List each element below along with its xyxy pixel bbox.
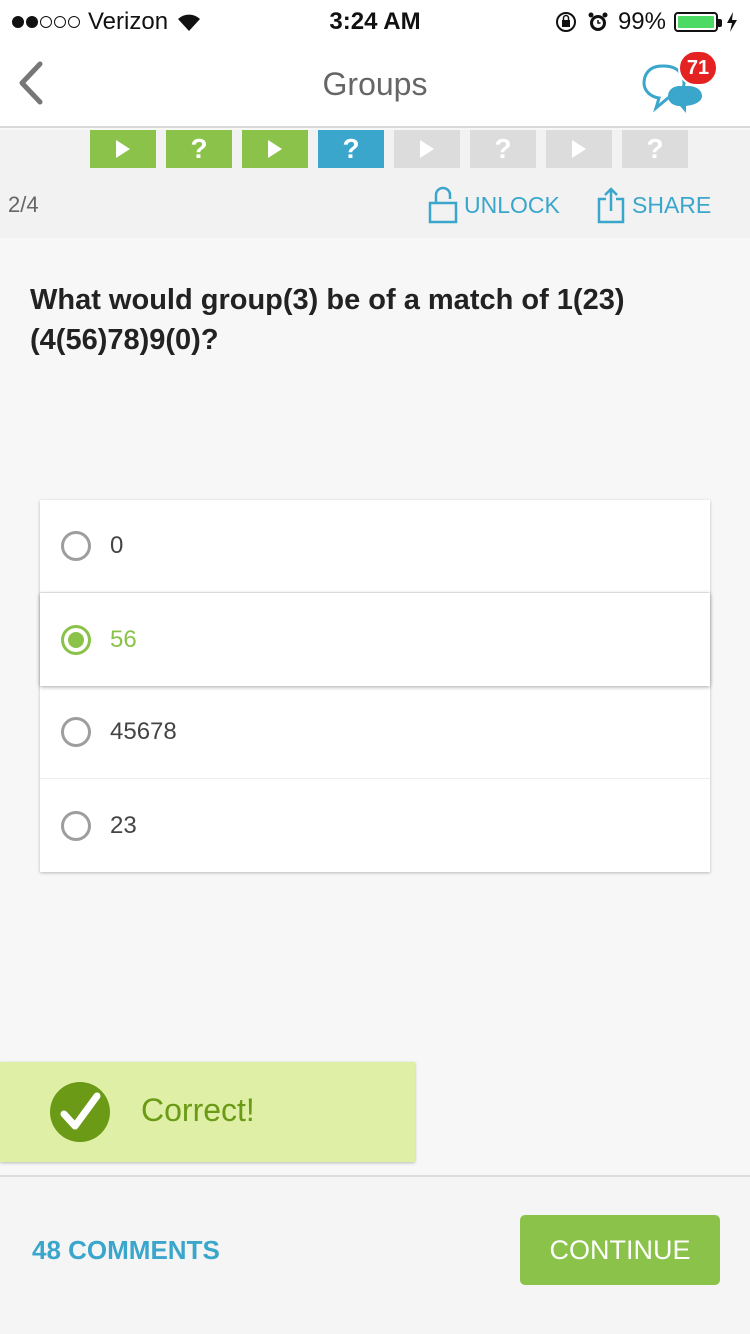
progress-step-quiz[interactable]: ? [470,130,536,168]
question-mark-icon: ? [646,133,664,164]
progress-step-quiz[interactable]: ? [622,130,688,168]
question-mark-icon: ? [494,133,512,164]
progress-step-play[interactable] [242,130,308,168]
check-icon [50,1082,110,1142]
answer-option-label: 0 [110,532,124,559]
signal-dot [54,16,66,28]
page-counter: 2/4 [8,192,39,217]
progress-steps: ???? [90,130,688,168]
play-icon [420,140,434,158]
unlock-icon [428,186,458,224]
progress-step-quiz[interactable]: ? [166,130,232,168]
status-right: 99% [554,8,738,36]
orientation-lock-icon [555,12,576,32]
answer-option-label: 23 [110,811,137,839]
nav-bar: Groups 71 [0,40,750,128]
question-mark-icon: ? [190,133,208,164]
unlock-button[interactable]: UNLOCK [428,186,560,224]
signal-dot [68,16,80,28]
answer-option[interactable]: 56 [40,593,710,686]
answer-option[interactable]: 0 [40,500,710,593]
battery-icon [674,12,722,32]
status-left: Verizon [12,8,202,36]
play-icon [268,140,282,158]
result-banner: Correct! [0,1062,415,1162]
answer-option-label: 56 [110,625,137,653]
comments-link[interactable]: 48 COMMENTS [32,1235,220,1266]
footer: 48 COMMENTS CONTINUE [0,1175,750,1334]
notification-badge: 71 [678,50,718,86]
share-label: SHARE [632,191,712,218]
carrier-label: Verizon [88,8,169,35]
radio-icon[interactable] [61,717,91,747]
play-icon [572,140,586,158]
answer-option-label: 45678 [110,718,177,745]
answer-option[interactable]: 23 [40,779,710,872]
alarm-icon [588,12,608,31]
share-icon [597,187,625,224]
battery-percent: 99% [617,8,666,35]
page-title: Groups [322,66,428,102]
discussion-button[interactable]: 71 [640,50,720,122]
question-mark-icon: ? [342,133,360,164]
answer-option[interactable]: 45678 [40,686,710,779]
continue-button[interactable]: CONTINUE [520,1215,720,1285]
signal-dot [12,16,24,28]
share-button[interactable]: SHARE [596,186,711,224]
checkmark-glyph [60,1092,101,1130]
progress-step-play[interactable] [394,130,460,168]
radio-dot [68,631,84,648]
progress-step-play[interactable] [546,130,612,168]
signal-strength-icon [12,16,80,28]
answer-options: 0 56 45678 23 [40,500,710,872]
play-icon [116,140,130,158]
radio-selected-icon[interactable] [61,624,91,655]
wifi-icon [178,14,201,31]
question-text: What would group(3) be of a match of 1(2… [30,284,625,356]
progress-step-quiz[interactable]: ? [318,130,384,168]
progress-step-play[interactable] [90,130,156,168]
battery-fill [678,16,714,28]
signal-dot [40,16,52,28]
signal-dot [26,16,38,28]
status-bar: Verizon 3:24 AM 99% [0,0,750,40]
battery-tip [718,19,722,27]
radio-icon[interactable] [61,531,91,561]
radio-icon[interactable] [61,810,91,841]
lesson-progress: ???? 2/4 UNLOCK SHARE [0,130,750,238]
unlock-label: UNLOCK [464,191,560,218]
result-text: Correct! [141,1092,255,1128]
charging-bolt-icon [727,12,737,32]
